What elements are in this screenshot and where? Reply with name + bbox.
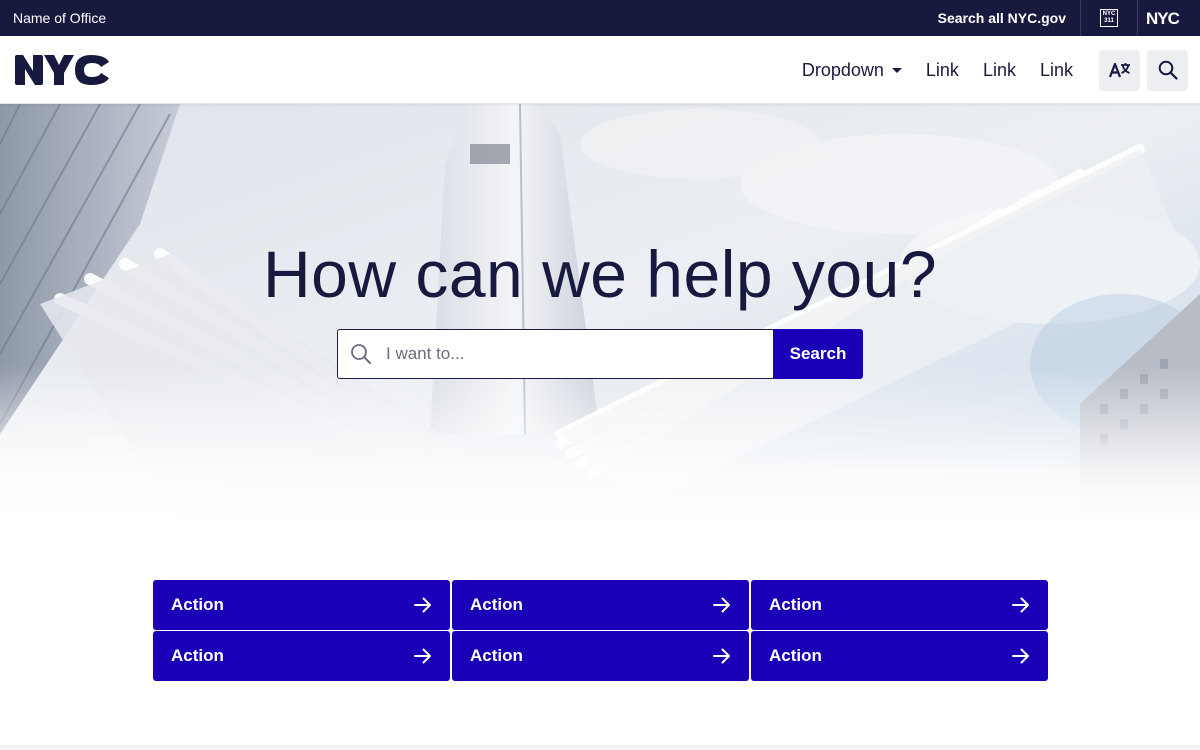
svg-text:NYC: NYC [1146, 10, 1180, 26]
arrow-right-icon [713, 648, 730, 664]
action-label: Action [470, 646, 523, 665]
action-label: Action [470, 595, 523, 614]
office-name[interactable]: Name of Office [13, 10, 106, 26]
search-icon [1158, 60, 1178, 80]
main-header: Dropdown Link Link Link [0, 36, 1200, 104]
translate-button[interactable] [1099, 49, 1140, 91]
utility-bar: Name of Office Search all NYC.gov NYC 311… [0, 0, 1200, 36]
nyc-311-icon[interactable]: NYC 311 [1081, 0, 1137, 36]
search-icon [351, 344, 371, 364]
action-button[interactable]: Action [751, 631, 1048, 681]
nav-dropdown[interactable]: Dropdown [790, 49, 914, 91]
hero-search-form: Search [337, 329, 863, 379]
arrow-right-icon [713, 597, 730, 613]
nav-link-1[interactable]: Link [914, 49, 971, 91]
action-button[interactable]: Action [452, 631, 749, 681]
nyc-logo[interactable] [13, 53, 113, 92]
action-label: Action [769, 646, 822, 665]
arrow-right-icon [414, 597, 431, 613]
action-button[interactable]: Action [153, 580, 450, 630]
translate-icon [1108, 62, 1130, 78]
action-label: Action [171, 595, 224, 614]
hero-search-input[interactable] [386, 344, 746, 364]
action-button[interactable]: Action [153, 631, 450, 681]
hero-fade-overlay [0, 104, 1200, 524]
arrow-right-icon [414, 648, 431, 664]
nav-dropdown-label: Dropdown [801, 59, 884, 80]
main-nav: Dropdown Link Link Link [790, 49, 1188, 91]
nav-link-2[interactable]: Link [971, 49, 1028, 91]
footer-divider [0, 745, 1200, 750]
nyc-311-badge: NYC 311 [1100, 9, 1118, 27]
caret-down-icon [891, 67, 902, 73]
action-grid: Action Action Action Action Action Actio… [153, 580, 1048, 681]
action-button[interactable]: Action [452, 580, 749, 630]
nyc-logo-icon [15, 55, 109, 85]
hero-search-field[interactable] [337, 329, 773, 379]
arrow-right-icon [1012, 597, 1029, 613]
search-all-nyc-link[interactable]: Search all NYC.gov [924, 0, 1080, 36]
hero-search-button[interactable]: Search [773, 329, 863, 379]
utility-bar-right: Search all NYC.gov NYC 311 NYC [924, 0, 1200, 36]
nav-link-3[interactable]: Link [1028, 49, 1085, 91]
nyc-logo-icon[interactable]: NYC [1138, 0, 1200, 36]
hero-title: How can we help you? [262, 237, 938, 311]
hero: How can we help you? Search [0, 104, 1200, 524]
action-label: Action [769, 595, 822, 614]
header-search-button[interactable] [1147, 49, 1188, 91]
arrow-right-icon [1012, 648, 1029, 664]
action-label: Action [171, 646, 224, 665]
action-button[interactable]: Action [751, 580, 1048, 630]
